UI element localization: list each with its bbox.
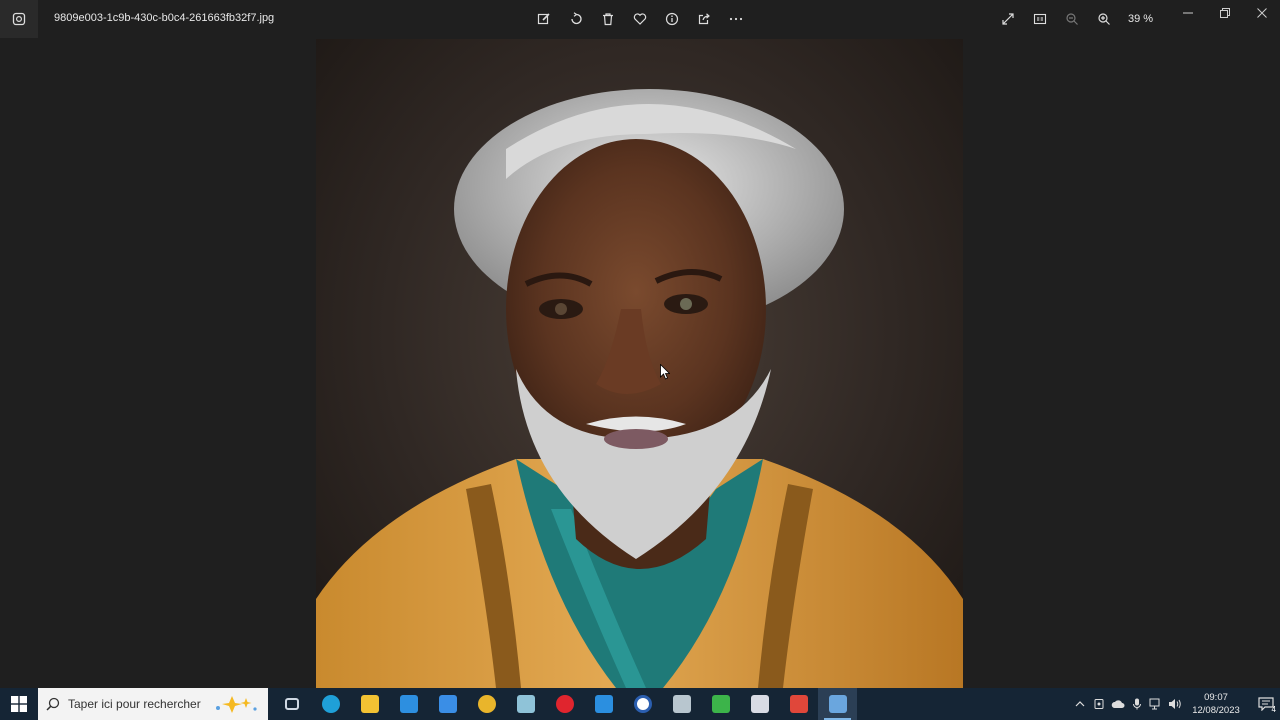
restore-icon[interactable] — [1206, 0, 1243, 26]
rotate-icon[interactable] — [560, 5, 592, 33]
taskbar-app-task-view[interactable] — [272, 688, 311, 720]
taskbar-app-vscode[interactable] — [584, 688, 623, 720]
taskbar-app-app-tile-2[interactable] — [662, 688, 701, 720]
mail-icon — [438, 695, 457, 713]
zoom-in-icon[interactable] — [1088, 5, 1120, 33]
device-icon[interactable] — [1089, 688, 1108, 720]
network-icon[interactable] — [1146, 688, 1165, 720]
favorite-icon[interactable] — [624, 5, 656, 33]
zoom-level[interactable]: 39 % — [1128, 13, 1168, 25]
photos-icon — [828, 695, 847, 713]
search-icon — [46, 697, 60, 711]
more-icon[interactable] — [720, 5, 752, 33]
zoom-out-icon[interactable] — [1056, 5, 1088, 33]
taskbar-app-mail[interactable] — [428, 688, 467, 720]
opera-icon — [555, 695, 574, 713]
chevron-up-icon[interactable] — [1070, 688, 1089, 720]
store-icon — [399, 695, 418, 713]
portrait-illustration — [316, 89, 963, 688]
app-tile-icon — [516, 695, 535, 713]
taskbar-app-file-explorer[interactable] — [350, 688, 389, 720]
mouse-cursor-icon — [660, 364, 670, 380]
title-bar: 9809e003-1c9b-430c-b0c4-261663fb32f7.jpg — [0, 0, 1280, 38]
taskbar-app-opera[interactable] — [545, 688, 584, 720]
cloud-icon[interactable] — [1108, 688, 1127, 720]
chrome-icon — [477, 695, 496, 713]
taskbar: Taper ici pour rechercher 09:07 12/08/20… — [0, 688, 1280, 720]
app-back-icon[interactable] — [0, 0, 38, 38]
window-controls — [1169, 0, 1280, 26]
windows-start-icon[interactable] — [0, 688, 38, 720]
taskbar-app-chrome[interactable] — [467, 688, 506, 720]
taskbar-app-word[interactable] — [623, 688, 662, 720]
photos-app-window: 9809e003-1c9b-430c-b0c4-261663fb32f7.jpg — [0, 0, 1280, 688]
actual-size-icon[interactable] — [1024, 5, 1056, 33]
app-tile-4-icon — [789, 695, 808, 713]
word-icon — [633, 695, 652, 713]
search-highlight-icon — [210, 694, 260, 714]
taskbar-app-edge[interactable] — [311, 688, 350, 720]
fullscreen-icon[interactable] — [992, 5, 1024, 33]
taskbar-app-app-tile-4[interactable] — [779, 688, 818, 720]
taskbar-apps — [272, 688, 857, 720]
taskbar-app-app-tile[interactable] — [506, 688, 545, 720]
vscode-icon — [594, 695, 613, 713]
taskbar-app-photos[interactable] — [818, 688, 857, 720]
edit-icon[interactable] — [528, 5, 560, 33]
file-name: 9809e003-1c9b-430c-b0c4-261663fb32f7.jpg — [54, 12, 275, 24]
file-explorer-icon — [360, 695, 379, 713]
delete-icon[interactable] — [592, 5, 624, 33]
share-icon[interactable] — [688, 5, 720, 33]
app-tile-3-icon — [750, 695, 769, 713]
camtasia-icon — [711, 695, 730, 713]
minimize-icon[interactable] — [1169, 0, 1206, 26]
info-icon[interactable] — [656, 5, 688, 33]
search-placeholder: Taper ici pour rechercher — [68, 697, 201, 711]
clock-time: 09:07 — [1204, 692, 1228, 703]
taskbar-app-app-tile-3[interactable] — [740, 688, 779, 720]
notification-count: 4 — [1271, 705, 1276, 714]
taskbar-app-camtasia[interactable] — [701, 688, 740, 720]
taskbar-app-store[interactable] — [389, 688, 428, 720]
edge-icon — [321, 695, 340, 713]
microphone-icon[interactable] — [1127, 688, 1146, 720]
close-icon[interactable] — [1243, 0, 1280, 26]
image-toolbar — [528, 5, 752, 33]
app-tile-2-icon — [672, 695, 691, 713]
volume-icon[interactable] — [1165, 688, 1184, 720]
portrait-photo[interactable] — [316, 39, 963, 688]
taskbar-search-box[interactable]: Taper ici pour rechercher — [38, 688, 268, 720]
view-toolbar: 39 % — [992, 5, 1168, 33]
notification-center-icon[interactable]: 4 — [1252, 688, 1280, 720]
task-view-icon — [284, 698, 299, 710]
clock-date: 12/08/2023 — [1192, 705, 1240, 716]
clock[interactable]: 09:07 12/08/2023 — [1188, 691, 1244, 717]
system-tray: 09:07 12/08/2023 4 — [1070, 688, 1280, 720]
